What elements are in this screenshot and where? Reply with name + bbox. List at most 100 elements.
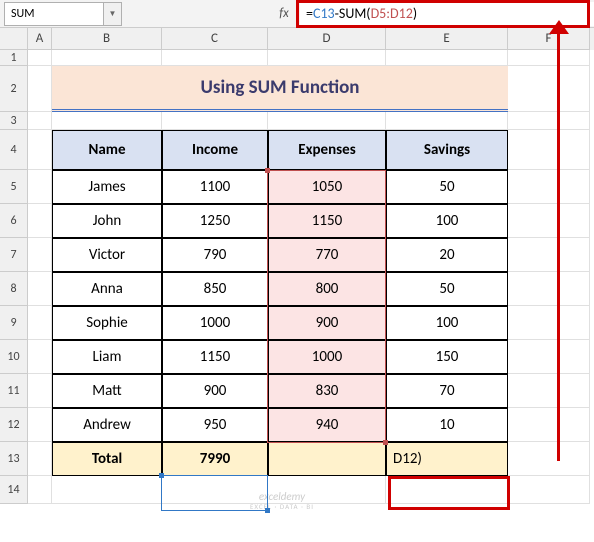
table-cell[interactable]: Sophie xyxy=(52,306,162,340)
col-header-C[interactable]: C xyxy=(162,28,268,50)
cell[interactable] xyxy=(52,50,162,66)
total-label[interactable]: Total xyxy=(52,442,162,476)
cell[interactable] xyxy=(28,66,52,112)
cell[interactable] xyxy=(508,272,590,306)
col-header-B[interactable]: B xyxy=(52,28,162,50)
row-header-6[interactable]: 6 xyxy=(0,204,28,238)
row-header-8[interactable]: 8 xyxy=(0,272,28,306)
cell[interactable] xyxy=(28,170,52,204)
row-header-11[interactable]: 11 xyxy=(0,374,28,408)
table-cell[interactable]: 1100 xyxy=(162,170,268,204)
cell[interactable] xyxy=(508,340,590,374)
cell[interactable] xyxy=(508,170,590,204)
row-header-12[interactable]: 12 xyxy=(0,408,28,442)
cell[interactable] xyxy=(508,476,590,504)
cell[interactable] xyxy=(508,204,590,238)
col-header-E[interactable]: E xyxy=(386,28,508,50)
cell[interactable] xyxy=(508,66,590,112)
table-cell[interactable]: 770 xyxy=(268,238,386,272)
cell[interactable] xyxy=(28,408,52,442)
table-cell[interactable]: 1150 xyxy=(162,340,268,374)
cell[interactable] xyxy=(28,476,52,504)
cell[interactable] xyxy=(28,442,52,476)
table-cell[interactable]: 20 xyxy=(386,238,508,272)
table-cell[interactable]: Liam xyxy=(52,340,162,374)
table-cell[interactable]: 1250 xyxy=(162,204,268,238)
table-cell[interactable]: 70 xyxy=(386,374,508,408)
cell[interactable] xyxy=(52,476,162,504)
table-cell[interactable]: 900 xyxy=(268,306,386,340)
row-header-1[interactable]: 1 xyxy=(0,50,28,66)
cell[interactable] xyxy=(508,306,590,340)
header-name[interactable]: Name xyxy=(52,130,162,170)
cell[interactable] xyxy=(268,112,386,130)
row-header-3[interactable]: 3 xyxy=(0,112,28,130)
cell[interactable] xyxy=(28,238,52,272)
table-cell[interactable]: 50 xyxy=(386,272,508,306)
cell[interactable] xyxy=(508,130,590,170)
cell[interactable] xyxy=(508,408,590,442)
table-cell[interactable]: 150 xyxy=(386,340,508,374)
table-cell[interactable]: John xyxy=(52,204,162,238)
cell[interactable] xyxy=(386,476,508,504)
select-all-corner[interactable] xyxy=(0,28,28,50)
table-cell[interactable]: 790 xyxy=(162,238,268,272)
header-expenses[interactable]: Expenses xyxy=(268,130,386,170)
cell[interactable] xyxy=(162,112,268,130)
row-header-14[interactable]: 14 xyxy=(0,476,28,504)
table-cell[interactable]: 950 xyxy=(162,408,268,442)
cell[interactable] xyxy=(28,112,52,130)
table-cell[interactable]: 830 xyxy=(268,374,386,408)
table-cell[interactable]: Victor xyxy=(52,238,162,272)
cell[interactable] xyxy=(508,238,590,272)
row-header-5[interactable]: 5 xyxy=(0,170,28,204)
header-income[interactable]: Income xyxy=(162,130,268,170)
table-cell[interactable]: 100 xyxy=(386,204,508,238)
cell[interactable] xyxy=(28,374,52,408)
cell[interactable] xyxy=(508,112,590,130)
total-income[interactable]: 7990 xyxy=(162,442,268,476)
name-box[interactable]: SUM xyxy=(4,2,104,26)
table-cell[interactable]: 50 xyxy=(386,170,508,204)
cell[interactable] xyxy=(28,340,52,374)
table-cell[interactable]: 940 xyxy=(268,408,386,442)
cell[interactable] xyxy=(28,50,52,66)
title-cell[interactable]: Using SUM Function xyxy=(52,66,508,112)
table-cell[interactable]: 800 xyxy=(268,272,386,306)
table-cell[interactable]: 1000 xyxy=(162,306,268,340)
row-header-13[interactable]: 13 xyxy=(0,442,28,476)
row-header-7[interactable]: 7 xyxy=(0,238,28,272)
cell[interactable] xyxy=(28,272,52,306)
table-cell[interactable]: 1150 xyxy=(268,204,386,238)
cell[interactable] xyxy=(28,204,52,238)
col-header-A[interactable]: A xyxy=(28,28,52,50)
table-cell[interactable]: Anna xyxy=(52,272,162,306)
table-cell[interactable]: Matt xyxy=(52,374,162,408)
cell[interactable] xyxy=(268,50,386,66)
table-cell[interactable]: Andrew xyxy=(52,408,162,442)
cell[interactable] xyxy=(386,50,508,66)
cell[interactable] xyxy=(28,306,52,340)
row-header-4[interactable]: 4 xyxy=(0,130,28,170)
cell[interactable] xyxy=(28,130,52,170)
row-header-2[interactable]: 2 xyxy=(0,66,28,112)
row-header-10[interactable]: 10 xyxy=(0,340,28,374)
cell[interactable] xyxy=(508,50,590,66)
cell[interactable] xyxy=(508,374,590,408)
table-cell[interactable]: 100 xyxy=(386,306,508,340)
fx-icon[interactable]: fx xyxy=(272,2,296,26)
table-cell[interactable]: 1000 xyxy=(268,340,386,374)
table-cell[interactable]: James xyxy=(52,170,162,204)
col-header-D[interactable]: D xyxy=(268,28,386,50)
cell[interactable] xyxy=(162,50,268,66)
header-savings[interactable]: Savings xyxy=(386,130,508,170)
table-cell[interactable]: 1050 xyxy=(268,170,386,204)
cell[interactable] xyxy=(52,112,162,130)
cell[interactable] xyxy=(386,112,508,130)
total-savings-editing[interactable]: D12) xyxy=(386,442,508,476)
table-cell[interactable]: 850 xyxy=(162,272,268,306)
namebox-dropdown[interactable]: ▼ xyxy=(104,2,122,26)
table-cell[interactable]: 900 xyxy=(162,374,268,408)
row-header-9[interactable]: 9 xyxy=(0,306,28,340)
cell[interactable] xyxy=(508,442,590,476)
